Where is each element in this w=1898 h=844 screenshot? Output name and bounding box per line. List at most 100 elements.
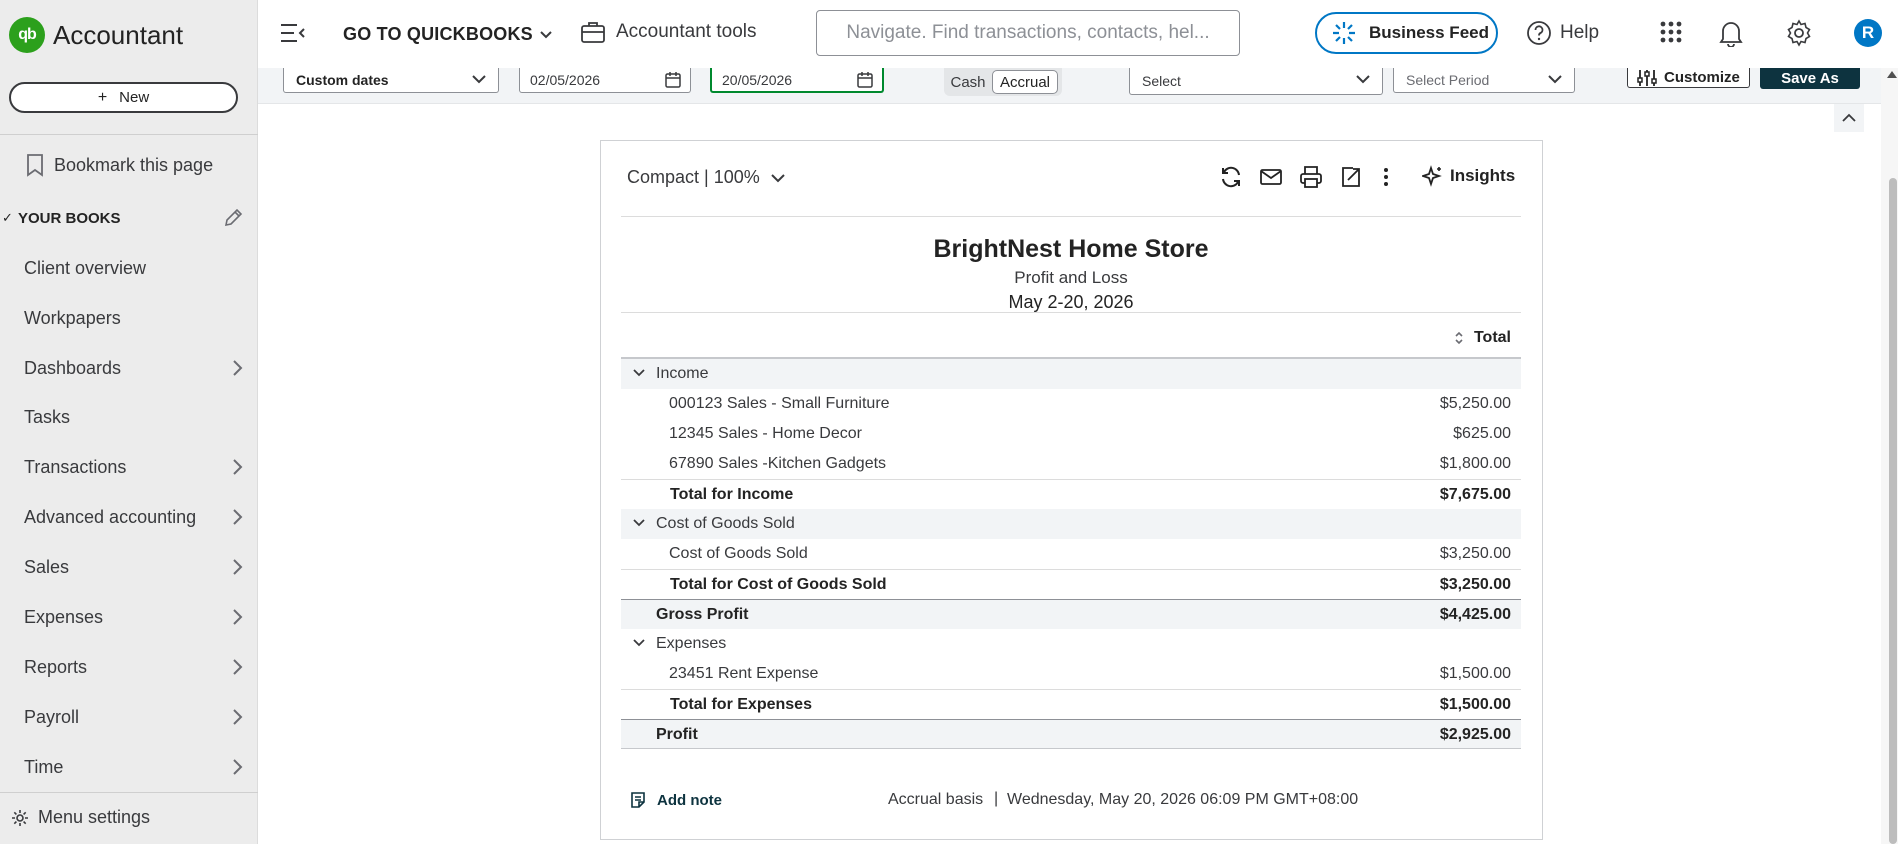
calendar-icon[interactable] bbox=[664, 71, 682, 89]
table-row[interactable]: 67890 Sales -Kitchen Gadgets $1,800.00 bbox=[621, 449, 1521, 479]
section-cost-of-goods-sold[interactable]: Cost of Goods Sold bbox=[621, 509, 1521, 539]
compare-select[interactable]: Select bbox=[1129, 68, 1383, 95]
row-value[interactable]: $7,675.00 bbox=[1440, 486, 1511, 504]
accounting-basis-text: Accrual basis bbox=[888, 791, 984, 808]
sidebar-item-workpapers[interactable]: Workpapers bbox=[0, 298, 258, 338]
brand-title: Accountant bbox=[53, 19, 184, 50]
section-income[interactable]: Income bbox=[621, 359, 1521, 389]
total-row[interactable]: Total for Cost of Goods Sold $3,250.00 bbox=[621, 569, 1521, 599]
row-value[interactable]: $3,250.00 bbox=[1440, 576, 1511, 594]
sidebar-item-label: Reports bbox=[24, 656, 88, 677]
search-input[interactable]: Navigate. Find transactions, contacts, h… bbox=[816, 10, 1240, 56]
bookmark-icon bbox=[27, 154, 43, 177]
accrual-option[interactable]: Accrual bbox=[992, 70, 1058, 94]
chevron-down-icon[interactable] bbox=[633, 368, 645, 378]
business-feed-button[interactable]: Business Feed bbox=[1315, 12, 1498, 54]
chevron-down-icon[interactable] bbox=[633, 638, 645, 648]
sidebar-item-advanced-accounting[interactable]: Advanced accounting bbox=[0, 497, 258, 537]
calendar-icon[interactable] bbox=[856, 71, 874, 89]
row-value[interactable]: $625.00 bbox=[1453, 425, 1511, 443]
total-row[interactable]: Total for Income $7,675.00 bbox=[621, 479, 1521, 509]
collapse-filters-button[interactable] bbox=[1834, 104, 1864, 132]
cash-option[interactable]: Cash bbox=[944, 74, 992, 91]
report-header: BrightNest Home Store Profit and Loss Ma… bbox=[621, 217, 1521, 313]
more-options-icon[interactable] bbox=[1381, 165, 1391, 189]
bell-icon[interactable] bbox=[1718, 19, 1744, 47]
bookmark-link[interactable]: Bookmark this page bbox=[24, 153, 213, 177]
report-period-select[interactable]: Custom dates bbox=[283, 68, 499, 93]
scrollbar-thumb[interactable] bbox=[1889, 178, 1897, 844]
chevron-down-icon[interactable] bbox=[633, 518, 645, 528]
row-label: 12345 Sales - Home Decor bbox=[669, 425, 862, 442]
to-date-input[interactable]: 20/05/2026 bbox=[710, 68, 884, 93]
accounting-method-toggle[interactable]: Cash Accrual bbox=[944, 68, 1062, 96]
accountant-tools-button[interactable]: Accountant tools bbox=[580, 20, 756, 44]
from-date-input[interactable]: 02/05/2026 bbox=[519, 68, 691, 93]
sidebar-item-client-overview[interactable]: Client overview bbox=[0, 248, 258, 288]
row-value[interactable]: $1,500.00 bbox=[1440, 665, 1511, 683]
report-timestamp: Wednesday, May 20, 2026 06:09 PM GMT+08:… bbox=[1007, 791, 1359, 808]
row-label: Income bbox=[656, 365, 709, 382]
table-row[interactable]: Cost of Goods Sold $3,250.00 bbox=[621, 539, 1521, 569]
email-icon[interactable] bbox=[1259, 165, 1283, 189]
table-row[interactable]: 12345 Sales - Home Decor $625.00 bbox=[621, 419, 1521, 449]
chevron-down-icon bbox=[472, 75, 486, 84]
insights-button[interactable]: Insights bbox=[1422, 165, 1515, 187]
row-value[interactable]: $3,250.00 bbox=[1440, 545, 1511, 563]
help-label: Help bbox=[1560, 22, 1600, 43]
section-expenses[interactable]: Expenses bbox=[621, 629, 1521, 659]
row-value[interactable]: $1,800.00 bbox=[1440, 455, 1511, 473]
settings-gear-icon[interactable] bbox=[1785, 19, 1813, 47]
check-icon: ✓ bbox=[2, 210, 13, 225]
scroll-up-arrow-icon[interactable] bbox=[1887, 71, 1897, 78]
your-books-header[interactable]: ✓ YOUR BOOKS bbox=[0, 205, 258, 231]
app-window: qb Accountant + New Bookmark this page ✓… bbox=[0, 0, 1898, 844]
help-button[interactable]: Help bbox=[1526, 20, 1599, 46]
new-button[interactable]: + New bbox=[9, 82, 238, 113]
row-value[interactable]: $4,425.00 bbox=[1440, 606, 1511, 624]
table-row[interactable]: 23451 Rent Expense $1,500.00 bbox=[621, 659, 1521, 689]
gross-profit-row[interactable]: Gross Profit $4,425.00 bbox=[621, 599, 1521, 629]
total-column-header[interactable]: Total bbox=[1454, 329, 1511, 347]
sidebar-item-sales[interactable]: Sales bbox=[0, 547, 258, 587]
row-label: Total for Expenses bbox=[670, 696, 812, 713]
report-card: Compact | 100% Insights BrightNest Home … bbox=[600, 140, 1543, 840]
net-profit-row[interactable]: Profit $2,925.00 bbox=[621, 719, 1521, 749]
refresh-icon[interactable] bbox=[1219, 165, 1243, 189]
edit-pencil-icon[interactable] bbox=[222, 207, 244, 229]
sidebar-item-reports[interactable]: Reports bbox=[0, 647, 258, 687]
customize-label: Customize bbox=[1664, 69, 1740, 86]
sidebar-item-dashboards[interactable]: Dashboards bbox=[0, 348, 258, 388]
sidebar-item-expenses[interactable]: Expenses bbox=[0, 597, 258, 637]
sidebar-item-transactions[interactable]: Transactions bbox=[0, 447, 258, 487]
export-icon[interactable] bbox=[1339, 165, 1363, 189]
sidebar-item-time[interactable]: Time bbox=[0, 747, 258, 787]
sidebar-item-tasks[interactable]: Tasks bbox=[0, 397, 258, 437]
row-value[interactable]: $5,250.00 bbox=[1440, 395, 1511, 413]
report-table: Total Income 000123 Sales - Small Furnit… bbox=[621, 313, 1521, 749]
view-density-dropdown[interactable]: Compact | 100% bbox=[627, 167, 786, 188]
chevron-right-icon bbox=[233, 659, 243, 675]
add-note-button[interactable]: Add note bbox=[629, 791, 722, 809]
sidebar-item-label: Client overview bbox=[24, 257, 147, 278]
report-footer: Add note Accrual basis | Wednesday, May … bbox=[621, 789, 1521, 813]
sort-icon bbox=[1455, 331, 1463, 345]
go-to-quickbooks-dropdown[interactable]: GO TO QUICKBOOKS bbox=[343, 24, 553, 45]
customize-button[interactable]: Customize bbox=[1627, 68, 1750, 88]
row-value[interactable]: $1,500.00 bbox=[1440, 696, 1511, 714]
user-avatar[interactable]: R bbox=[1854, 19, 1882, 47]
menu-settings-link[interactable]: Menu settings bbox=[10, 807, 150, 828]
select-period-dropdown[interactable]: Select Period bbox=[1393, 68, 1575, 93]
table-row[interactable]: 000123 Sales - Small Furniture $5,250.00 bbox=[621, 389, 1521, 419]
briefcase-icon bbox=[581, 22, 605, 43]
select-period-placeholder: Select Period bbox=[1406, 72, 1490, 88]
save-as-button[interactable]: Save As bbox=[1760, 68, 1860, 89]
apps-grid-icon[interactable] bbox=[1658, 19, 1684, 45]
total-row[interactable]: Total for Expenses $1,500.00 bbox=[621, 689, 1521, 719]
row-value[interactable]: $2,925.00 bbox=[1440, 726, 1511, 744]
collapse-menu-icon[interactable] bbox=[280, 22, 306, 44]
report-filter-bar: Custom dates 02/05/2026 20/05/2026 Cash … bbox=[258, 68, 1881, 104]
brand[interactable]: qb Accountant bbox=[9, 15, 183, 55]
print-icon[interactable] bbox=[1299, 165, 1323, 189]
sidebar-item-payroll[interactable]: Payroll bbox=[0, 697, 258, 737]
